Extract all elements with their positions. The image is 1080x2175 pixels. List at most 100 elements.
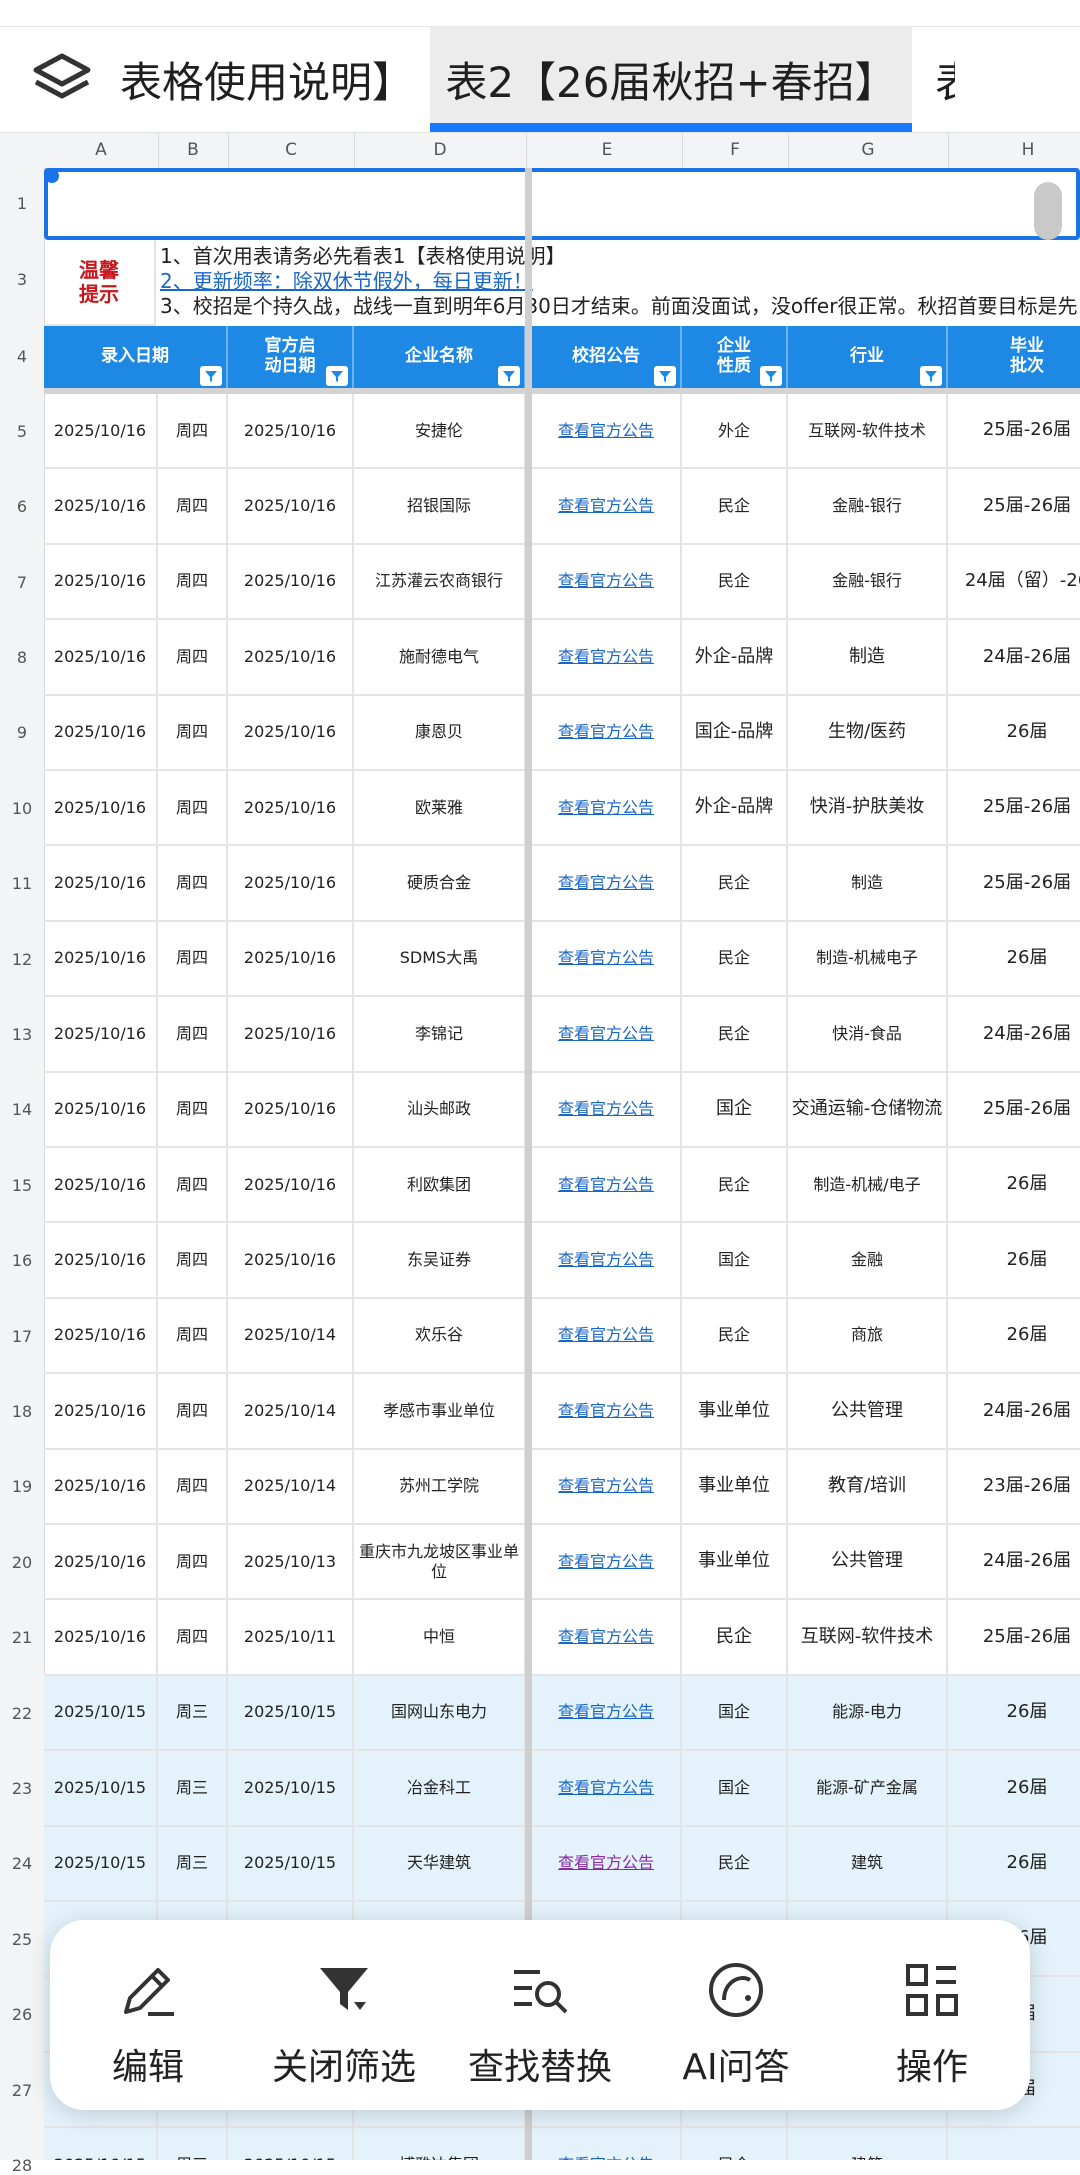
row-number[interactable]: 24	[0, 1854, 44, 1873]
cell-notice[interactable]: 查看官方公告	[532, 1826, 682, 1902]
column-letter-e[interactable]: E	[532, 133, 683, 168]
cell-notice[interactable]: 查看官方公告	[532, 997, 682, 1073]
column-letter-f[interactable]: F	[682, 133, 789, 168]
row-number[interactable]: 17	[0, 1327, 44, 1346]
row-number[interactable]: 16	[0, 1251, 44, 1270]
row-number[interactable]: 3	[0, 270, 44, 289]
row-number[interactable]: 21	[0, 1628, 44, 1647]
row-number[interactable]: 5	[0, 422, 44, 441]
tab-sheet-2-active[interactable]: 表2【26届秋招+春招】	[430, 27, 912, 132]
spreadsheet-grid[interactable]: 温馨 提示 1、首次用表请务必先看表1【表格使用说明】 2、更新频率：除双休节假…	[44, 168, 1080, 2160]
cell-notice[interactable]: 查看官方公告	[532, 1449, 682, 1525]
row-number[interactable]: 8	[0, 648, 44, 667]
cell-notice[interactable]: 查看官方公告	[532, 2128, 682, 2160]
cell-company: 苏州工学院	[354, 1449, 526, 1525]
cell-start: 2025/10/16	[228, 997, 354, 1073]
row-number[interactable]: 12	[0, 950, 44, 969]
find-replace-button[interactable]: 查找替换	[442, 1920, 638, 2110]
row-number[interactable]: 6	[0, 497, 44, 516]
operations-button[interactable]: 操作	[834, 1920, 1030, 2110]
row-number[interactable]: 25	[0, 1930, 44, 1949]
ai-qa-button[interactable]: AI问答	[638, 1920, 834, 2110]
cell-week: 周四	[158, 997, 228, 1073]
cell-week: 周三	[158, 1826, 228, 1902]
column-letter-d[interactable]: D	[354, 133, 527, 168]
column-filter-icon[interactable]	[760, 366, 782, 386]
row-number[interactable]: 15	[0, 1176, 44, 1195]
header-cell[interactable]: 企业名称	[354, 326, 526, 388]
row-number[interactable]: 7	[0, 573, 44, 592]
column-letter-a[interactable]: A	[44, 133, 159, 168]
header-cell[interactable]: 毕业 批次	[948, 326, 1080, 388]
cell-notice[interactable]: 查看官方公告	[532, 1374, 682, 1450]
cell-nature: 国企-品牌	[682, 695, 788, 771]
column-filter-icon[interactable]	[326, 366, 348, 386]
row-number[interactable]: 14	[0, 1100, 44, 1119]
cell-notice[interactable]: 查看官方公告	[532, 1525, 682, 1601]
cell-week: 周四	[158, 1148, 228, 1224]
row-number[interactable]: 20	[0, 1553, 44, 1572]
close-filter-button[interactable]: 关闭筛选	[246, 1920, 442, 2110]
cell-notice[interactable]: 查看官方公告	[532, 1675, 682, 1752]
row-number[interactable]: 19	[0, 1477, 44, 1496]
header-cell[interactable]: 校招公告	[532, 326, 682, 388]
column-filter-icon[interactable]	[920, 366, 942, 386]
cell-notice[interactable]: 查看官方公告	[532, 771, 682, 847]
cell-nature: 民企	[682, 544, 788, 621]
cell-notice[interactable]: 查看官方公告	[532, 1600, 682, 1676]
cell-nature: 民企	[682, 1826, 788, 1902]
cell-start: 2025/10/16	[228, 771, 354, 847]
tab-sheet-1[interactable]: 表格使用说明】	[120, 27, 430, 132]
column-letter-h[interactable]: H	[948, 133, 1080, 168]
frozen-column-divider[interactable]	[525, 168, 532, 2160]
selected-row-1[interactable]	[44, 168, 1080, 240]
cell-industry: 公共管理	[788, 1374, 948, 1450]
cell-industry: 互联网-软件技术	[788, 394, 948, 470]
cell-notice[interactable]: 查看官方公告	[532, 469, 682, 545]
row-number[interactable]: 11	[0, 874, 44, 893]
row-number[interactable]: 1	[0, 194, 44, 213]
header-label: 官方启 动日期	[264, 336, 316, 376]
cell-notice[interactable]: 查看官方公告	[532, 1148, 682, 1224]
cell-notice[interactable]: 查看官方公告	[532, 544, 682, 621]
header-cell[interactable]: 录入日期	[44, 326, 228, 388]
row-number[interactable]: 10	[0, 799, 44, 818]
find-replace-label: 查找替换	[467, 2047, 612, 2088]
row-number[interactable]: 28	[0, 2156, 44, 2175]
cell-notice[interactable]: 查看官方公告	[532, 1072, 682, 1148]
header-cell[interactable]: 官方启 动日期	[228, 326, 354, 388]
header-cell[interactable]: 企业 性质	[682, 326, 788, 388]
scroll-thumb[interactable]	[1034, 182, 1062, 240]
row-number[interactable]: 18	[0, 1402, 44, 1421]
row-number[interactable]: 4	[0, 347, 44, 366]
row-number[interactable]: 26	[0, 2005, 44, 2024]
tip-line-2[interactable]: 2、更新频率：除双休节假外，每日更新！	[160, 269, 1080, 294]
cell-date: 2025/10/15	[44, 1751, 158, 1827]
edit-button[interactable]: 编辑	[50, 1920, 246, 2110]
column-letter-c[interactable]: C	[228, 133, 355, 168]
column-filter-icon[interactable]	[200, 366, 222, 386]
cell-notice[interactable]: 查看官方公告	[532, 1751, 682, 1827]
cell-notice[interactable]: 查看官方公告	[532, 695, 682, 771]
row-number[interactable]: 22	[0, 1704, 44, 1723]
column-filter-icon[interactable]	[498, 366, 520, 386]
selection-handle[interactable]	[45, 169, 59, 183]
cell-notice[interactable]: 查看官方公告	[532, 921, 682, 998]
cell-notice[interactable]: 查看官方公告	[532, 1298, 682, 1375]
tab-sheet-3[interactable]: 表	[935, 27, 955, 132]
cell-notice[interactable]: 查看官方公告	[532, 394, 682, 470]
row-number[interactable]: 9	[0, 723, 44, 742]
column-filter-icon[interactable]	[654, 366, 676, 386]
row-number[interactable]: 13	[0, 1025, 44, 1044]
header-cell[interactable]: 行业	[788, 326, 948, 388]
cell-notice[interactable]: 查看官方公告	[532, 846, 682, 922]
row-number[interactable]: 27	[0, 2081, 44, 2100]
column-letter-b[interactable]: B	[158, 133, 229, 168]
column-letter-g[interactable]: G	[788, 133, 949, 168]
cell-notice[interactable]: 查看官方公告	[532, 620, 682, 696]
cell-date: 2025/10/16	[44, 469, 158, 545]
cell-start: 2025/10/14	[228, 1449, 354, 1525]
layers-icon[interactable]	[32, 52, 92, 108]
row-number[interactable]: 23	[0, 1779, 44, 1798]
cell-notice[interactable]: 查看官方公告	[532, 1223, 682, 1299]
